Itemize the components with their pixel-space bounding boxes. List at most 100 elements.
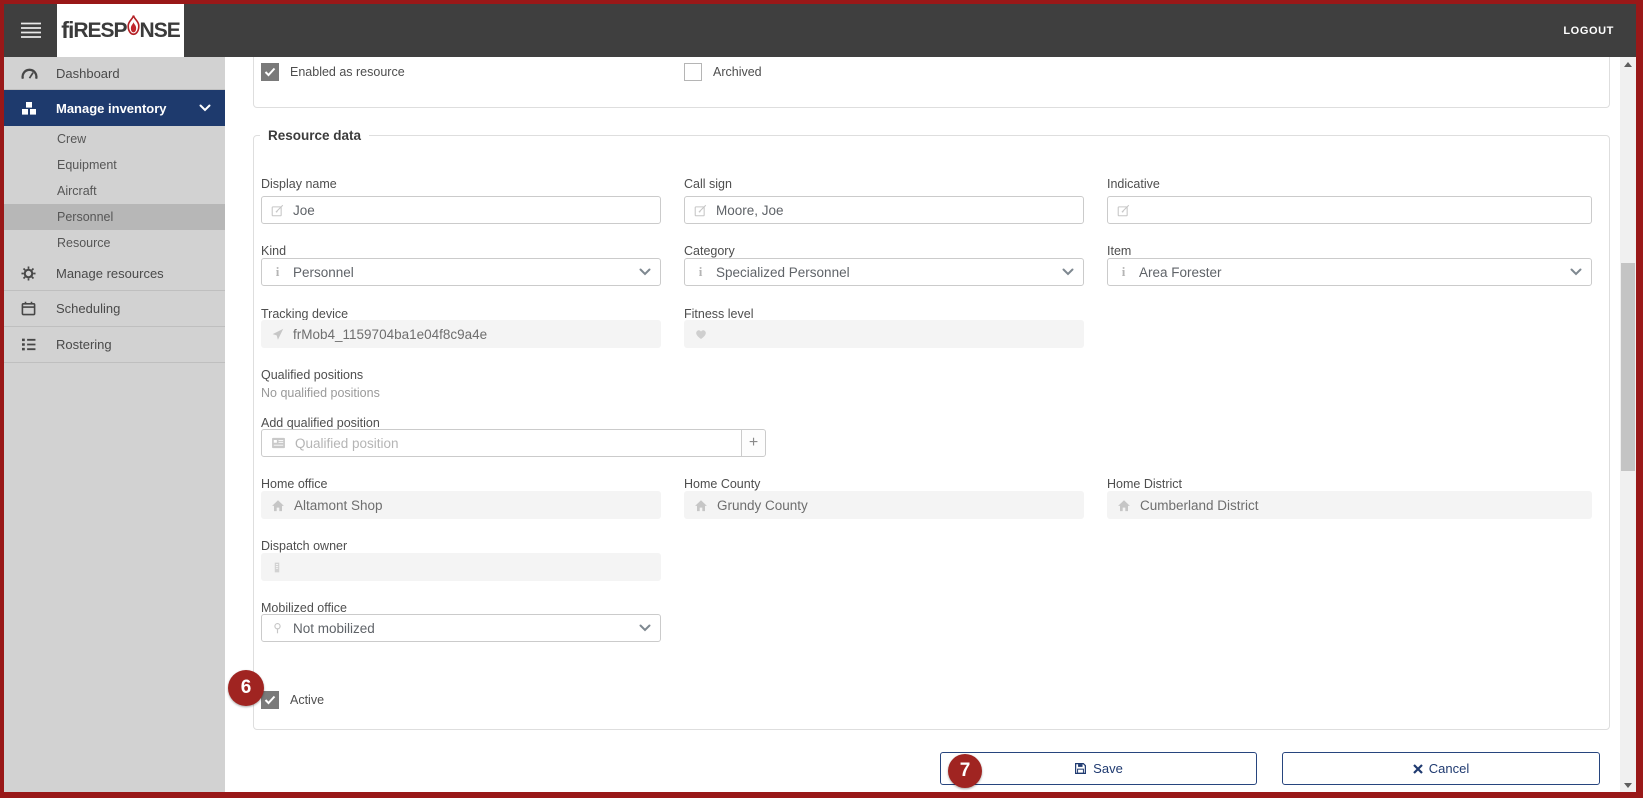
home-office-label: Home office <box>261 477 328 491</box>
fitness-level-label: Fitness level <box>684 307 754 321</box>
active-checkbox[interactable] <box>261 691 279 709</box>
sidebar-subitem-label: Aircraft <box>57 184 97 198</box>
app-header: fi RESP NSE LOGOUT <box>4 4 1636 57</box>
display-name-input[interactable] <box>293 202 651 218</box>
logo-text-resp: RESP <box>73 18 127 42</box>
qualified-positions-label: Qualified positions <box>261 368 364 382</box>
menu-button[interactable] <box>20 22 42 39</box>
cancel-x-icon <box>1412 763 1423 774</box>
logout-button[interactable]: LOGOUT <box>1557 4 1620 57</box>
kind-label: Kind <box>261 244 287 258</box>
tracking-device-label: Tracking device <box>261 307 349 321</box>
category-select[interactable]: i Specialized Personnel <box>684 258 1084 286</box>
chevron-down-icon <box>1570 268 1582 276</box>
sidebar-subitem-label: Personnel <box>57 210 114 224</box>
home-county-field: Grundy County <box>684 491 1084 519</box>
indicative-label: Indicative <box>1107 177 1160 191</box>
home-county-label: Home County <box>684 477 761 491</box>
scroll-down-icon <box>1624 782 1632 788</box>
menu-icon <box>21 22 41 38</box>
scroll-up-icon <box>1624 61 1632 67</box>
sidebar-item-label: Manage resources <box>56 265 164 281</box>
item-label: Item <box>1107 244 1132 258</box>
home-office-value: Altamont Shop <box>294 497 383 513</box>
scroll-up-button[interactable] <box>1620 57 1636 71</box>
fitness-level-field <box>684 320 1084 348</box>
chevron-down-icon <box>639 624 651 632</box>
building-icon <box>274 562 280 572</box>
call-sign-label: Call sign <box>684 177 732 191</box>
sidebar-item-scheduling[interactable]: Scheduling <box>4 291 225 327</box>
indicative-field[interactable] <box>1107 196 1592 224</box>
call-sign-input[interactable] <box>716 202 1074 218</box>
chevron-down-icon <box>199 99 211 117</box>
info-icon: i <box>698 264 703 279</box>
home-icon <box>272 499 284 511</box>
indicative-input[interactable] <box>1139 202 1582 218</box>
list-icon <box>21 338 39 351</box>
sidebar-item-label: Dashboard <box>56 65 120 81</box>
no-qualified-positions-text: No qualified positions <box>261 386 380 400</box>
heart-icon <box>696 329 706 339</box>
dispatch-owner-label: Dispatch owner <box>261 539 348 553</box>
app-logo[interactable]: fi RESP NSE <box>57 4 184 57</box>
tracking-device-value: frMob4_1159704ba1e04f8c9a4e <box>293 326 488 342</box>
screenshot-frame: fi RESP NSE LOGOUT Dashboard Manage inven… <box>0 0 1643 798</box>
sidebar-subitem-label: Resource <box>57 236 111 250</box>
scroll-down-button[interactable] <box>1620 778 1636 792</box>
sidebar-subitem-equipment[interactable]: Equipment <box>4 152 225 178</box>
chevron-down-icon <box>1062 268 1074 276</box>
mobilized-office-label: Mobilized office <box>261 601 347 615</box>
edit-icon <box>694 204 707 216</box>
main-content: Enabled as resource Archived Resource da… <box>225 57 1620 792</box>
category-value: Specialized Personnel <box>716 264 850 280</box>
resource-data-section: Resource data Display name Call sign Ind… <box>253 128 1610 730</box>
enabled-as-resource-checkbox[interactable] <box>261 63 279 81</box>
save-button[interactable]: Save <box>940 752 1257 785</box>
category-label: Category <box>684 244 735 258</box>
add-qualified-position-field[interactable]: + <box>261 429 766 457</box>
sidebar-item-rostering[interactable]: Rostering <box>4 327 225 363</box>
sidebar-item-label: Rostering <box>56 337 112 352</box>
scrollbar-thumb[interactable] <box>1621 263 1635 471</box>
sidebar-item-label: Scheduling <box>56 301 121 316</box>
qualified-position-input[interactable] <box>295 435 732 451</box>
logo-text-nse: NSE <box>139 18 181 42</box>
sidebar-subitem-label: Equipment <box>57 158 117 172</box>
sidebar-item-dashboard[interactable]: Dashboard <box>4 57 225 90</box>
calendar-icon <box>21 301 39 316</box>
dispatch-owner-field <box>261 553 661 581</box>
sidebar-item-manage-resources[interactable]: Manage resources <box>4 256 225 291</box>
location-arrow-icon <box>272 328 284 340</box>
sidebar: Dashboard Manage inventory Crew Equipmen… <box>4 57 225 792</box>
resource-flags-card: Enabled as resource Archived <box>253 57 1610 108</box>
item-select[interactable]: i Area Forester <box>1107 258 1592 286</box>
add-qualified-position-button[interactable]: + <box>741 430 765 456</box>
item-value: Area Forester <box>1139 264 1222 280</box>
kind-select[interactable]: i Personnel <box>261 258 661 286</box>
vertical-scrollbar[interactable] <box>1620 57 1636 792</box>
flame-icon <box>126 14 140 35</box>
step-badge-7: 7 <box>948 754 982 788</box>
sidebar-subitem-resource[interactable]: Resource <box>4 230 225 256</box>
mobilized-office-select[interactable]: Not mobilized <box>261 614 661 642</box>
sidebar-subitem-aircraft[interactable]: Aircraft <box>4 178 225 204</box>
sidebar-subitem-personnel[interactable]: Personnel <box>4 204 225 230</box>
checkmark-icon <box>264 695 276 705</box>
logo-text-fi: fi <box>61 17 74 43</box>
save-button-label: Save <box>1093 761 1123 776</box>
checkmark-icon <box>264 67 276 77</box>
cancel-button[interactable]: Cancel <box>1282 752 1600 785</box>
call-sign-field[interactable] <box>684 196 1084 224</box>
archived-label: Archived <box>713 65 762 79</box>
home-icon <box>1118 499 1130 511</box>
pin-icon <box>274 623 281 634</box>
cancel-button-label: Cancel <box>1428 761 1470 776</box>
archived-checkbox[interactable] <box>684 63 702 81</box>
sidebar-subitem-crew[interactable]: Crew <box>4 126 225 152</box>
active-label: Active <box>290 693 325 707</box>
mobilized-office-value: Not mobilized <box>293 620 375 636</box>
display-name-field[interactable] <box>261 196 661 224</box>
sidebar-item-label: Manage inventory <box>56 100 167 116</box>
sidebar-item-manage-inventory[interactable]: Manage inventory <box>4 90 225 126</box>
